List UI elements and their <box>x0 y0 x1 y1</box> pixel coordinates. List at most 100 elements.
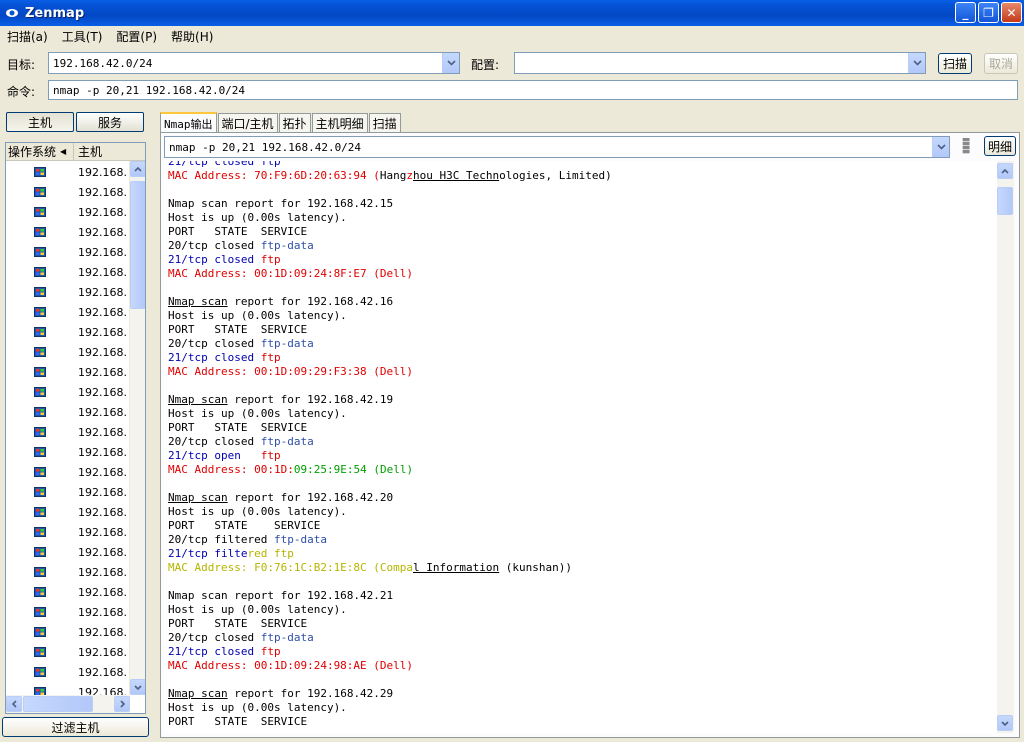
host-row[interactable]: 192.168. <box>6 522 130 542</box>
nmap-output-text[interactable]: 21/tcp closed ftp MAC Address: 70:F9:6D:2… <box>164 161 997 733</box>
host-row[interactable]: 192.168. <box>6 462 130 482</box>
host-row[interactable]: 192.168. <box>6 662 130 682</box>
scroll-thumb[interactable] <box>130 181 145 309</box>
host-ip: 192.168. <box>78 645 126 659</box>
host-row[interactable]: 192.168. <box>6 282 130 302</box>
host-row[interactable]: 192.168. <box>6 402 130 422</box>
host-row[interactable]: 192.168. <box>6 622 130 642</box>
host-row[interactable]: 192.168. <box>6 222 130 242</box>
host-ip: 192.168. <box>78 625 126 639</box>
services-button[interactable]: 服务 <box>76 112 144 132</box>
host-row[interactable]: 192.168. <box>6 362 130 382</box>
output-line: PORT STATE SERVICE <box>168 323 612 337</box>
os-icon <box>6 487 74 497</box>
host-row[interactable]: 192.168. <box>6 242 130 262</box>
scroll-right-button[interactable] <box>114 696 130 712</box>
host-ip: 192.168. <box>78 225 126 239</box>
output-scroll-up-button[interactable] <box>997 163 1013 179</box>
tab-nmap-output[interactable]: Nmap输出 <box>160 112 217 133</box>
command-input[interactable]: nmap -p 20,21 192.168.42.0/24 <box>48 80 1018 100</box>
profile-combo[interactable] <box>514 52 926 74</box>
menu-scan[interactable]: 扫描(a) <box>0 28 55 45</box>
host-row[interactable]: 192.168. <box>6 642 130 662</box>
host-ip: 192.168. <box>78 465 126 479</box>
output-segment: red ftp <box>247 547 294 560</box>
output-command-dropdown[interactable] <box>932 137 949 157</box>
target-input[interactable]: 192.168.42.0/24 <box>49 57 442 70</box>
host-ip: 192.168. <box>78 345 126 359</box>
target-dropdown-button[interactable] <box>442 53 459 73</box>
host-list-scrollbar[interactable] <box>129 161 145 695</box>
column-host[interactable]: 主机 <box>74 143 145 160</box>
host-row[interactable]: 192.168. <box>6 502 130 522</box>
host-row[interactable]: 192.168. <box>6 482 130 502</box>
details-button[interactable]: 明细 <box>984 136 1016 156</box>
nmap-output-panel: nmap -p 20,21 192.168.42.0/24 ▬ ▬ ▬ ▬ 明细 21… <box>160 132 1020 738</box>
tab-ports-hosts[interactable]: 端口/主机 <box>217 113 278 133</box>
cancel-button[interactable]: 取消 <box>984 53 1018 74</box>
output-segment: 21/tcp closed <box>168 253 261 266</box>
output-segment: MAC Address: 70:F9:6D:20:63:94 ( <box>168 169 380 182</box>
host-ip: 192.168. <box>78 165 126 179</box>
column-host-label: 主机 <box>78 145 103 159</box>
menu-profile[interactable]: 配置(P) <box>109 28 164 45</box>
output-command-combo[interactable]: nmap -p 20,21 192.168.42.0/24 <box>164 136 950 158</box>
maximize-button[interactable]: ❐ <box>978 2 999 23</box>
scroll-down-button[interactable] <box>130 679 145 695</box>
host-row[interactable]: 192.168. <box>6 322 130 342</box>
host-row[interactable]: 192.168. <box>6 582 130 602</box>
host-ip: 192.168. <box>78 485 126 499</box>
menu-tools[interactable]: 工具(T) <box>55 28 110 45</box>
output-segment: Nmap scan <box>168 491 228 504</box>
output-segment: ftp-data <box>273 533 327 546</box>
host-ip: 192.168. <box>78 605 126 619</box>
output-segment: ologies, Limited) <box>499 169 612 182</box>
output-scroll-down-button[interactable] <box>997 715 1013 731</box>
filter-hosts-button[interactable]: 过滤主机 <box>2 717 149 737</box>
menu-help[interactable]: 帮助(H) <box>164 28 220 45</box>
scan-button[interactable]: 扫描 <box>938 53 972 74</box>
os-icon <box>6 367 74 377</box>
scroll-up-button[interactable] <box>130 161 145 177</box>
os-icon <box>6 267 74 277</box>
profile-dropdown-button[interactable] <box>908 53 925 73</box>
host-row[interactable]: 192.168. <box>6 182 130 202</box>
target-combo[interactable]: 192.168.42.0/24 <box>48 52 460 74</box>
host-row[interactable]: 192.168. <box>6 542 130 562</box>
column-os[interactable]: 操作系统 ◀ <box>6 143 74 160</box>
host-row[interactable]: 192.168. <box>6 602 130 622</box>
host-ip: 192.168. <box>78 665 126 679</box>
host-row[interactable]: 192.168. <box>6 202 130 222</box>
minimize-button[interactable]: _ <box>955 2 976 23</box>
output-segment: 21/tcp filte <box>168 547 248 560</box>
hscroll-thumb[interactable] <box>23 696 93 712</box>
output-scroll-thumb[interactable] <box>997 187 1013 215</box>
os-icon <box>6 627 74 637</box>
output-segment: Nmap scan report for 192.168.42.15 <box>168 197 394 210</box>
output-line: Host is up (0.00s latency). <box>168 603 612 617</box>
host-row[interactable]: 192.168. <box>6 422 130 442</box>
grip-icon: ▬ ▬ ▬ ▬ <box>961 135 971 157</box>
chevron-down-icon <box>912 60 922 66</box>
tab-host-details[interactable]: 主机明细 <box>311 113 368 133</box>
host-row[interactable]: 192.168. <box>6 162 130 182</box>
output-scrollbar[interactable] <box>997 161 1014 733</box>
chevron-left-icon <box>11 700 17 708</box>
tab-topology[interactable]: 拓扑 <box>278 113 311 133</box>
host-row[interactable]: 192.168. <box>6 382 130 402</box>
host-row[interactable]: 192.168. <box>6 342 130 362</box>
hosts-button[interactable]: 主机 <box>6 112 74 132</box>
output-segment: Nmap scan <box>168 393 228 406</box>
host-list-hscrollbar[interactable] <box>6 695 130 713</box>
scroll-left-button[interactable] <box>6 696 22 712</box>
host-row[interactable]: 192.168. <box>6 442 130 462</box>
tab-scans[interactable]: 扫描 <box>368 113 401 133</box>
close-button[interactable]: ✕ <box>1001 2 1022 23</box>
host-row[interactable]: 192.168. <box>6 302 130 322</box>
host-row[interactable]: 192.168. <box>6 262 130 282</box>
window-title: Zenmap <box>25 5 85 21</box>
host-row[interactable]: 192.168. <box>6 562 130 582</box>
output-line: PORT STATE SERVICE <box>168 225 612 239</box>
